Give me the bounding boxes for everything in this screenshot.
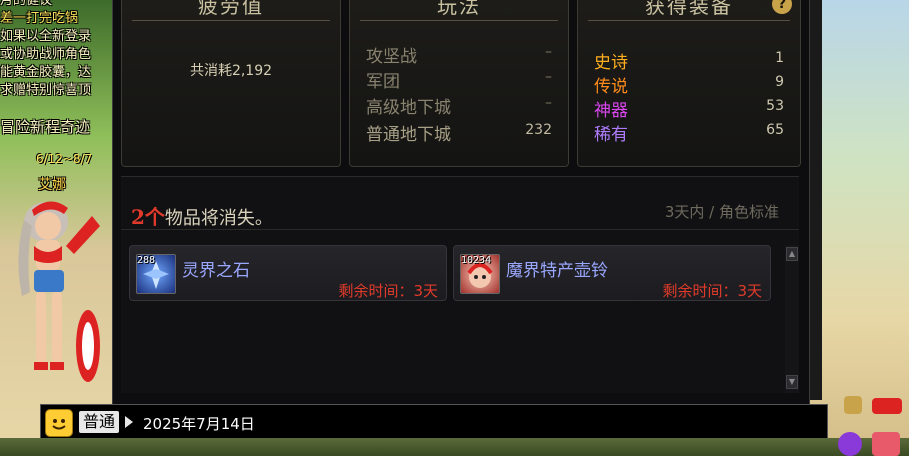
item-count: 10234: [461, 255, 492, 266]
equip-value: 53: [766, 98, 784, 114]
kettlebell-icon[interactable]: 10234: [460, 254, 500, 294]
expiring-items-title: 2个物品将消失。: [131, 201, 273, 230]
equip-row-rare: 稀有 65: [594, 120, 784, 145]
section-divider: [121, 229, 799, 230]
equip-value: 65: [766, 122, 784, 138]
equip-value: 9: [775, 74, 784, 90]
fatigue-consumed: 共消耗2,192: [189, 63, 273, 79]
left-game-background: 月的健议 差一打完吃锅 如果以全新登录 或协助战师角色 能黄金胶囊，达 求赠特别…: [0, 0, 112, 456]
item-name: 灵界之石: [182, 261, 250, 281]
equip-row-legendary: 传说 9: [594, 72, 784, 97]
equip-label: 神器: [594, 101, 628, 121]
item-remaining-time: 剩余时间：3天: [662, 282, 762, 300]
play-label: 普通地下城: [366, 125, 451, 145]
play-row-raid: 攻坚战 –: [366, 42, 552, 67]
notification-icon[interactable]: [844, 396, 862, 414]
equipment-section: 获得装备 ? 史诗 1 传说 9 神器 53 稀有 65: [577, 0, 801, 167]
event-notice: 月的健议 差一打完吃锅 如果以全新登录 或协助战师角色 能黄金胶囊，达 求赠特别…: [0, 0, 112, 136]
dungeon-summary-panel: 疲劳值 共消耗2,192 玩法 攻坚战 – 军团 – 高级地下城 – 普通地下城…: [112, 0, 810, 404]
play-value: –: [545, 44, 552, 60]
potion-icon[interactable]: [838, 432, 862, 456]
notice-line: 能黄金胶囊，达: [0, 65, 92, 80]
item-remaining-time: 剩余时间：3天: [338, 282, 438, 300]
fatigue-title: 疲劳值: [198, 0, 264, 18]
play-value: –: [545, 69, 552, 85]
notice-line: 如果以全新登录: [0, 29, 92, 44]
item-count: 288: [137, 255, 156, 266]
channel-arrow-icon: [125, 416, 133, 428]
event-title[interactable]: 冒险新程奇迹: [0, 118, 112, 136]
play-label: 高级地下城: [366, 98, 451, 118]
expiring-items-hint: 3天内 / 角色标准: [664, 203, 779, 221]
play-mode-section: 玩法 攻坚战 – 军团 – 高级地下城 – 普通地下城 232: [349, 0, 569, 167]
shoe-icon[interactable]: [872, 398, 902, 414]
chat-input-text[interactable]: 2025年7月14日: [143, 413, 255, 434]
equip-label: 稀有: [594, 125, 628, 145]
bottom-game-strip: [0, 438, 909, 456]
chat-channel-selector[interactable]: 普通: [79, 411, 120, 433]
notice-line: 或协助战师角色: [0, 47, 92, 62]
notice-line: 月的健议: [0, 0, 53, 8]
play-row-normal-dungeon: 普通地下城 232: [366, 120, 552, 145]
header-divider: [588, 20, 790, 21]
event-date-range: 6/12~8/7: [36, 152, 93, 166]
npc-character-sprite[interactable]: [6, 196, 102, 406]
panel-edge-strip: [808, 0, 822, 400]
crystal-icon[interactable]: 288: [136, 254, 176, 294]
item-name: 魔界特产壶铃: [506, 261, 608, 281]
npc-name: 艾娜: [38, 177, 66, 193]
chat-input-bar[interactable]: 普通 2025年7月14日: [40, 404, 828, 440]
emoticon-icon[interactable]: [45, 409, 73, 437]
equipment-title: 获得装备: [645, 0, 733, 18]
header-divider: [132, 20, 330, 21]
expiring-item-card[interactable]: 288 灵界之石 剩余时间：3天: [129, 245, 447, 301]
play-label: 军团: [366, 72, 400, 92]
right-game-background: [808, 0, 909, 456]
item-list-scrollbar[interactable]: ▲ ▼: [785, 245, 799, 393]
play-title: 玩法: [437, 0, 481, 18]
expiring-items-section: 2个物品将消失。 3天内 / 角色标准 288 灵界之石 剩余时间：3天 102…: [121, 176, 799, 393]
notice-line: 差一打完吃锅: [0, 11, 79, 26]
equip-label: 传说: [594, 77, 628, 97]
equip-value: 1: [775, 50, 784, 66]
play-label: 攻坚战: [366, 47, 417, 67]
fatigue-section: 疲劳值 共消耗2,192: [121, 0, 341, 167]
scroll-up-button[interactable]: ▲: [786, 247, 798, 261]
expiring-title-text: 物品将消失。: [164, 208, 273, 229]
header-divider: [360, 20, 558, 21]
expiring-item-card[interactable]: 10234 魔界特产壶铃 剩余时间：3天: [453, 245, 771, 301]
equip-row-epic: 史诗 1: [594, 48, 784, 73]
expiring-count: 2个: [131, 205, 165, 229]
equip-row-artifact: 神器 53: [594, 96, 784, 121]
play-row-legion: 军团 –: [366, 67, 552, 92]
play-value: 232: [525, 122, 552, 138]
notice-line: 求赠特别惊喜顶: [0, 83, 92, 98]
play-row-advanced-dungeon: 高级地下城 –: [366, 93, 552, 118]
scroll-down-button[interactable]: ▼: [786, 375, 798, 389]
character-icon[interactable]: [872, 432, 900, 456]
play-value: –: [545, 95, 552, 111]
equip-label: 史诗: [594, 53, 628, 73]
